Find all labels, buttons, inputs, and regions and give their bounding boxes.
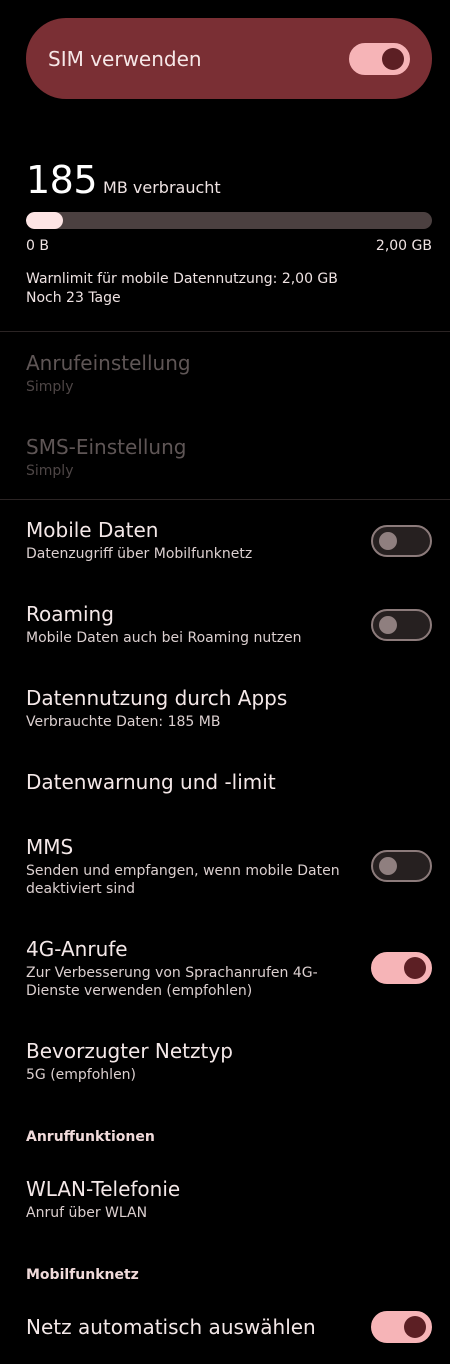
call-settings-sub: Simply bbox=[26, 379, 74, 395]
wifi-calling-row[interactable]: WLAN-Telefonie Anruf über WLAN bbox=[26, 1177, 432, 1222]
auto-select-network-title: Netz automatisch auswählen bbox=[26, 1315, 316, 1339]
mms-sub: Senden und empfangen, wenn mobile Daten … bbox=[26, 863, 340, 897]
section-header-call-features: Anruffunktionen bbox=[26, 1129, 155, 1145]
mobile-data-switch[interactable] bbox=[371, 524, 432, 557]
app-data-usage-sub: Verbrauchte Daten: 185 MB bbox=[26, 714, 221, 730]
wifi-calling-title: WLAN-Telefonie bbox=[26, 1177, 181, 1201]
lte-calls-sub: Zur Verbesserung von Sprachanrufen 4G-Di… bbox=[26, 965, 318, 999]
switch-thumb bbox=[382, 47, 404, 70]
divider bbox=[0, 499, 450, 500]
switch-thumb bbox=[404, 1316, 426, 1338]
use-sim-toggle-row[interactable]: SIM verwenden bbox=[26, 18, 432, 99]
auto-select-network-switch[interactable] bbox=[371, 1311, 432, 1343]
data-warning-limit-row[interactable]: Datenwarnung und -limit bbox=[26, 770, 432, 794]
switch-thumb bbox=[379, 857, 397, 875]
auto-select-network-row[interactable]: Netz automatisch auswählen bbox=[26, 1311, 432, 1343]
switch-thumb bbox=[379, 531, 397, 550]
preferred-network-type-sub: 5G (empfohlen) bbox=[26, 1067, 137, 1083]
mobile-data-sub: Datenzugriff über Mobilfunknetz bbox=[26, 546, 253, 562]
lte-calls-switch[interactable] bbox=[371, 952, 432, 984]
call-settings-title: Anrufeinstellung bbox=[26, 351, 191, 375]
sms-settings-row: SMS-Einstellung Simply bbox=[26, 435, 432, 480]
preferred-network-type-title: Bevorzugter Netztyp bbox=[26, 1039, 233, 1063]
data-warning-limit: Warnlimit für mobile Datennutzung: 2,00 … bbox=[26, 271, 338, 287]
sms-settings-title: SMS-Einstellung bbox=[26, 435, 187, 459]
usage-amount: 185 bbox=[26, 158, 98, 202]
mms-row[interactable]: MMS Senden und empfangen, wenn mobile Da… bbox=[26, 835, 432, 897]
preferred-network-type-row[interactable]: Bevorzugter Netztyp 5G (empfohlen) bbox=[26, 1039, 432, 1084]
sms-settings-sub: Simply bbox=[26, 463, 74, 479]
mobile-data-title: Mobile Daten bbox=[26, 518, 159, 542]
app-data-usage-row[interactable]: Datennutzung durch Apps Verbrauchte Date… bbox=[26, 686, 432, 731]
mms-switch[interactable] bbox=[371, 850, 432, 882]
switch-thumb bbox=[379, 615, 397, 634]
usage-scale-max: 2,00 GB bbox=[375, 238, 432, 254]
usage-scale-min: 0 B bbox=[26, 238, 49, 254]
roaming-title: Roaming bbox=[26, 602, 114, 626]
section-header-mobile-network: Mobilfunknetz bbox=[26, 1267, 139, 1283]
mobile-data-row[interactable]: Mobile Daten Datenzugriff über Mobilfunk… bbox=[26, 518, 432, 563]
wifi-calling-sub: Anruf über WLAN bbox=[26, 1205, 148, 1221]
use-sim-switch[interactable] bbox=[349, 42, 410, 75]
app-data-usage-title: Datennutzung durch Apps bbox=[26, 686, 288, 710]
usage-progress-fill bbox=[26, 212, 63, 229]
data-usage-summary: 185 MB verbraucht 0 B 2,00 GB Warnlimit … bbox=[26, 158, 432, 308]
switch-thumb bbox=[404, 957, 426, 979]
roaming-switch[interactable] bbox=[371, 608, 432, 641]
usage-progress-bar bbox=[26, 212, 432, 229]
usage-unit: MB verbraucht bbox=[103, 178, 221, 197]
roaming-row[interactable]: Roaming Mobile Daten auch bei Roaming nu… bbox=[26, 602, 432, 647]
lte-calls-title: 4G-Anrufe bbox=[26, 937, 128, 961]
lte-calls-row[interactable]: 4G-Anrufe Zur Verbesserung von Sprachanr… bbox=[26, 937, 432, 999]
mms-title: MMS bbox=[26, 835, 74, 859]
roaming-sub: Mobile Daten auch bei Roaming nutzen bbox=[26, 630, 302, 646]
mobile-network-settings: SIM verwenden 185 MB verbraucht 0 B 2,00… bbox=[0, 0, 450, 1364]
divider bbox=[0, 331, 450, 332]
data-warning-limit-title: Datenwarnung und -limit bbox=[26, 770, 276, 794]
call-settings-row: Anrufeinstellung Simply bbox=[26, 351, 432, 396]
use-sim-label: SIM verwenden bbox=[48, 46, 202, 71]
days-remaining: Noch 23 Tage bbox=[26, 290, 121, 306]
